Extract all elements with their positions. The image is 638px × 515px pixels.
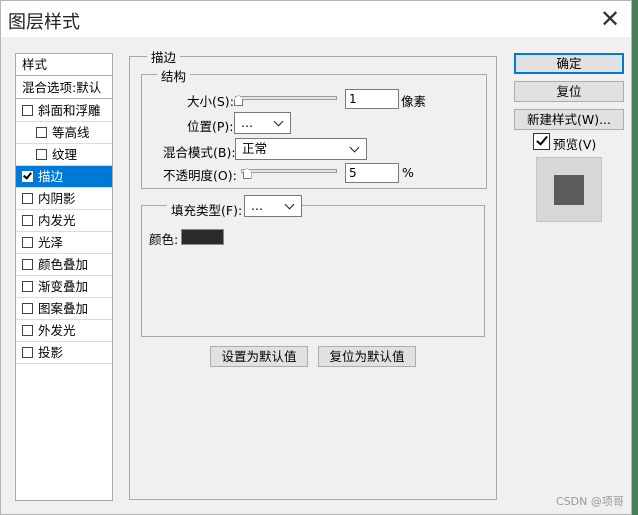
style-item-checkbox[interactable] [36,149,47,160]
preview-checkbox[interactable] [533,133,550,150]
style-item[interactable]: 内发光 [16,210,112,232]
style-item-checkbox[interactable] [36,127,47,138]
style-item-label: 描边 [38,169,64,184]
style-item-label: 投影 [38,345,64,360]
close-icon[interactable]: ✕ [597,7,623,33]
style-item-checkbox[interactable] [22,105,33,116]
reset-default-button[interactable]: 复位为默认值 [318,346,416,367]
style-item-label: 纹理 [52,147,78,162]
style-item-checkbox[interactable] [22,237,33,248]
style-item-label: 图案叠加 [38,301,89,316]
size-input[interactable]: 1 [345,89,399,109]
style-item[interactable]: 外发光 [16,320,112,342]
title-bar: 图层样式 ✕ [1,1,631,37]
style-item[interactable]: 图案叠加 [16,298,112,320]
style-item-label: 渐变叠加 [38,279,89,294]
chevron-down-icon [284,199,295,210]
position-label: 位置(P): [187,119,234,134]
chevron-down-icon [349,142,360,153]
style-item-checkbox[interactable] [22,325,33,336]
fill-type-group [141,205,485,337]
style-item[interactable]: 纹理 [16,144,112,166]
dialog-content: 样式 混合选项:默认 斜面和浮雕 等高线 纹理 描边 内阴影 内发光 光泽 颜色叠加 渐变叠加图… [1,37,631,514]
style-item-label: 颜色叠加 [38,257,89,272]
preview-label: 预览(V) [553,137,597,152]
style-item-label: 等高线 [52,125,90,140]
style-item[interactable]: 描边 [16,166,112,188]
fill-type-label: 填充类型(F): [167,200,247,219]
checkmark-icon [536,133,548,146]
fill-type-select[interactable]: ... [244,195,302,217]
chevron-down-icon [273,116,284,127]
blend-mode-label: 混合模式(B): [163,145,236,160]
position-select-value: ... [241,115,253,130]
styles-list-header: 样式 [16,54,112,76]
style-item[interactable]: 内阴影 [16,188,112,210]
style-item[interactable]: 等高线 [16,122,112,144]
preview-thumbnail [536,157,602,222]
style-item-checkbox[interactable] [22,170,33,182]
dialog-title: 图层样式 [8,12,80,33]
opacity-label: 不透明度(O): [163,168,237,183]
style-item-label: 内阴影 [38,191,76,206]
preview-square [554,175,584,205]
style-item-label: 内发光 [38,213,76,228]
color-label: 颜色: [149,232,179,247]
checkmark-icon [23,170,32,180]
blend-options-item[interactable]: 混合选项:默认 [16,77,112,99]
opacity-slider-track[interactable] [241,169,337,173]
style-item-checkbox[interactable] [22,281,33,292]
style-item[interactable]: 投影 [16,342,112,364]
new-style-button[interactable]: 新建样式(W)... [514,109,624,130]
stroke-section-title: 描边 [147,47,181,66]
color-swatch[interactable] [181,229,224,245]
styles-list: 样式 混合选项:默认 斜面和浮雕等高线纹理描边内阴影内发光光泽颜色叠加渐变叠加图… [15,53,113,501]
style-item-checkbox[interactable] [22,259,33,270]
style-item-label: 外发光 [38,323,76,338]
style-item[interactable]: 斜面和浮雕 [16,100,112,122]
blend-mode-value: 正常 [242,141,268,156]
style-item[interactable]: 颜色叠加 [16,254,112,276]
blend-mode-select[interactable]: 正常 [235,138,367,160]
style-item-checkbox[interactable] [22,215,33,226]
watermark: CSDN @项哥 [556,495,624,508]
size-slider-track[interactable] [235,96,337,100]
structure-title: 结构 [157,66,191,85]
opacity-unit: % [402,165,414,180]
opacity-input[interactable]: 5 [345,163,399,183]
style-item-checkbox[interactable] [22,347,33,358]
size-label: 大小(S): [187,94,234,109]
style-item-checkbox[interactable] [22,303,33,314]
set-default-button[interactable]: 设置为默认值 [210,346,308,367]
ok-button[interactable]: 确定 [514,53,624,74]
position-select[interactable]: ... [234,112,291,134]
size-unit: 像素 [401,94,427,109]
style-item-label: 斜面和浮雕 [38,103,101,118]
style-item[interactable]: 光泽 [16,232,112,254]
fill-type-value: ... [251,198,263,213]
layer-style-dialog: 图层样式 ✕ 样式 混合选项:默认 斜面和浮雕 等高线 纹理 描边 内阴影 内发光 光泽 颜色… [0,0,632,515]
style-item-label: 光泽 [38,235,64,250]
style-item-checkbox[interactable] [22,193,33,204]
reset-button[interactable]: 复位 [514,81,624,102]
style-item[interactable]: 渐变叠加 [16,276,112,298]
